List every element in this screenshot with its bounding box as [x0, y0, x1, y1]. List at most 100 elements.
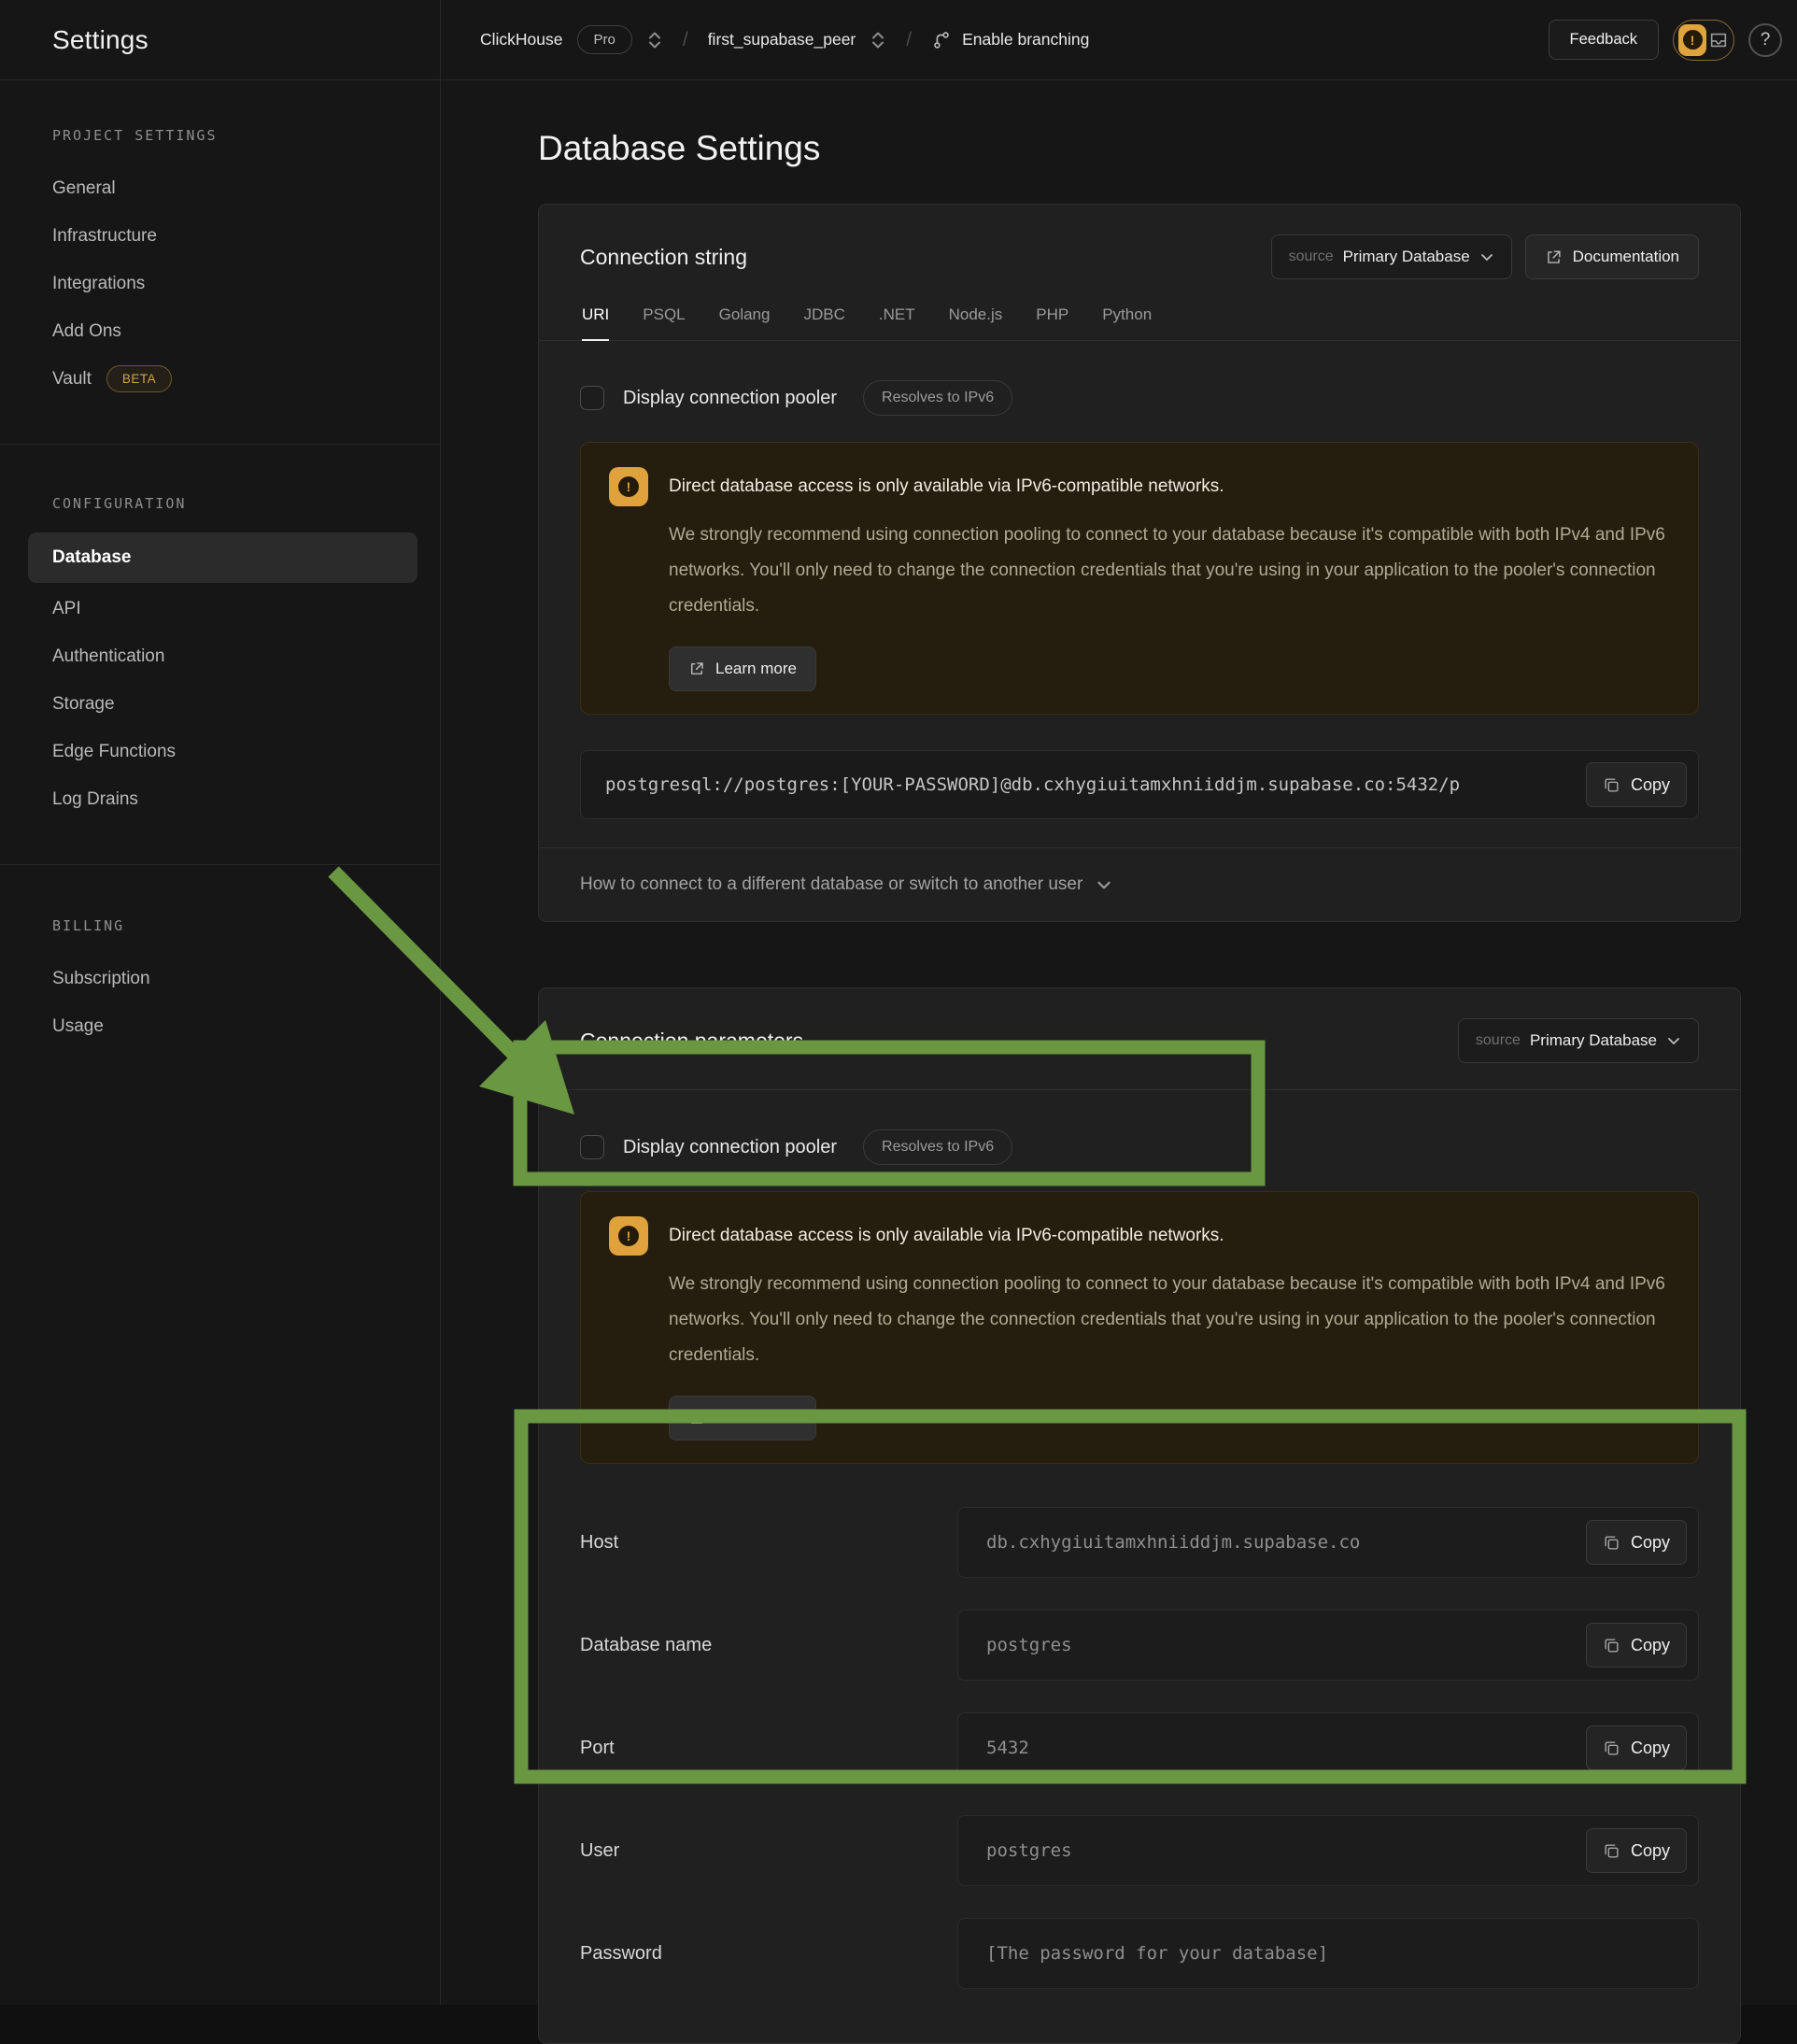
user-input[interactable]: postgres Copy	[957, 1815, 1699, 1886]
ipv6-warning-panel: ! Direct database access is only availab…	[580, 442, 1699, 715]
sidebar-item-subscription[interactable]: Subscription	[0, 955, 440, 1002]
chevron-down-icon	[1666, 1033, 1681, 1048]
breadcrumb-project[interactable]: first_supabase_peer	[708, 30, 856, 50]
breadcrumb-separator: /	[677, 29, 694, 51]
sidebar-item-vault[interactable]: Vault BETA	[0, 355, 440, 403]
user-label: User	[580, 1840, 957, 1862]
enable-branching-label: Enable branching	[962, 30, 1089, 50]
tab-php[interactable]: PHP	[1036, 305, 1068, 340]
tab-jdbc[interactable]: JDBC	[803, 305, 844, 340]
tab-dotnet[interactable]: .NET	[879, 305, 915, 340]
connection-help-label: How to connect to a different database o…	[580, 874, 1082, 895]
sidebar-item-integrations[interactable]: Integrations	[0, 260, 440, 307]
copy-icon	[1603, 776, 1620, 794]
connection-string-card: Connection string source Primary Databas…	[538, 204, 1741, 922]
sidebar-item-authentication[interactable]: Authentication	[0, 632, 440, 680]
page-title: Settings	[52, 25, 149, 55]
tab-golang[interactable]: Golang	[719, 305, 771, 340]
connection-help-expander[interactable]: How to connect to a different database o…	[539, 847, 1740, 921]
copy-label: Copy	[1631, 1841, 1670, 1861]
breadcrumb-org[interactable]: ClickHouse	[480, 30, 563, 50]
copy-database-name-button[interactable]: Copy	[1586, 1623, 1687, 1668]
copy-connection-string-button[interactable]: Copy	[1586, 762, 1687, 807]
sidebar-item-log-drains[interactable]: Log Drains	[0, 775, 440, 823]
documentation-button[interactable]: Documentation	[1525, 234, 1699, 279]
plan-badge[interactable]: Pro	[577, 25, 632, 54]
source-select[interactable]: source Primary Database	[1271, 234, 1512, 279]
connection-parameters-header: Connection parameters source Primary Dat…	[539, 988, 1740, 1090]
sidebar-item-api[interactable]: API	[0, 585, 440, 632]
database-name-label: Database name	[580, 1635, 957, 1656]
enable-branching-button[interactable]: Enable branching	[931, 30, 1089, 50]
sidebar-heading-configuration: CONFIGURATION	[52, 495, 440, 512]
learn-more-button[interactable]: Learn more	[669, 646, 816, 691]
learn-more-button[interactable]: Learn more	[669, 1396, 816, 1441]
warning-title: Direct database access is only available…	[669, 1226, 1224, 1246]
warning-body: We strongly recommend using connection p…	[669, 518, 1670, 624]
sidebar-item-infrastructure[interactable]: Infrastructure	[0, 212, 440, 260]
param-row-password: Password [The password for your database…	[580, 1918, 1699, 1989]
port-input[interactable]: 5432 Copy	[957, 1712, 1699, 1783]
param-row-host: Host db.cxhygiuitamxhniiddjm.supabase.co…	[580, 1507, 1699, 1578]
param-row-port: Port 5432 Copy	[580, 1712, 1699, 1783]
port-label: Port	[580, 1738, 957, 1759]
help-button[interactable]: ?	[1748, 23, 1782, 57]
sidebar-item-add-ons[interactable]: Add Ons	[0, 307, 440, 355]
sidebar-item-general[interactable]: General	[0, 164, 440, 212]
copy-port-button[interactable]: Copy	[1586, 1725, 1687, 1770]
pooler-label: Display connection pooler	[623, 1137, 837, 1158]
display-connection-pooler-checkbox[interactable]	[580, 386, 604, 410]
breadcrumb: ClickHouse Pro / first_supabase_peer / E…	[441, 0, 1549, 79]
tab-psql[interactable]: PSQL	[643, 305, 685, 340]
database-name-input[interactable]: postgres Copy	[957, 1610, 1699, 1681]
warning-title: Direct database access is only available…	[669, 476, 1224, 497]
notifications-button[interactable]: !	[1673, 20, 1734, 61]
top-bar-left: Settings	[0, 0, 441, 79]
display-connection-pooler-checkbox[interactable]	[580, 1135, 604, 1159]
sidebar-item-database[interactable]: Database	[28, 532, 417, 583]
password-input[interactable]: [The password for your database]	[957, 1918, 1699, 1989]
connection-string-value: postgresql://postgres:[YOUR-PASSWORD]@db…	[581, 751, 1698, 818]
section-title: Database Settings	[538, 129, 1741, 168]
resolves-to-ipv6-badge: Resolves to IPv6	[863, 380, 1012, 416]
host-input[interactable]: db.cxhygiuitamxhniiddjm.supabase.co Copy	[957, 1507, 1699, 1578]
inbox-icon	[1708, 30, 1729, 50]
sidebar-item-usage[interactable]: Usage	[0, 1002, 440, 1050]
password-label: Password	[580, 1943, 957, 1965]
warning-body: We strongly recommend using connection p…	[669, 1267, 1670, 1373]
learn-more-label: Learn more	[715, 660, 797, 678]
copy-icon	[1603, 1534, 1620, 1552]
sidebar-item-storage[interactable]: Storage	[0, 680, 440, 728]
sidebar-item-label: Vault	[52, 369, 92, 390]
pooler-label: Display connection pooler	[623, 388, 837, 409]
connection-parameter-list: Host db.cxhygiuitamxhniiddjm.supabase.co…	[580, 1507, 1699, 2043]
feedback-button[interactable]: Feedback	[1549, 20, 1659, 60]
pooler-row: Display connection pooler Resolves to IP…	[580, 1129, 1699, 1165]
connection-string-header: Connection string source Primary Databas…	[539, 205, 1740, 279]
source-value: Primary Database	[1530, 1031, 1657, 1050]
source-select[interactable]: source Primary Database	[1458, 1018, 1699, 1063]
sidebar-heading-billing: BILLING	[52, 917, 440, 934]
copy-label: Copy	[1631, 1739, 1670, 1758]
tab-nodejs[interactable]: Node.js	[949, 305, 1003, 340]
tab-uri[interactable]: URI	[582, 305, 609, 341]
copy-label: Copy	[1631, 1636, 1670, 1655]
sidebar: PROJECT SETTINGS General Infrastructure …	[0, 80, 441, 2005]
copy-icon	[1603, 1637, 1620, 1654]
copy-label: Copy	[1631, 775, 1670, 795]
alert-icon: !	[1678, 24, 1706, 56]
chevrons-up-down-icon[interactable]	[646, 31, 663, 50]
git-branch-icon	[931, 30, 952, 50]
copy-icon	[1603, 1842, 1620, 1860]
tab-python[interactable]: Python	[1102, 305, 1152, 340]
chevrons-up-down-icon[interactable]	[870, 31, 886, 50]
connection-string-input[interactable]: postgresql://postgres:[YOUR-PASSWORD]@db…	[580, 750, 1699, 819]
external-link-icon	[688, 660, 705, 677]
sidebar-item-edge-functions[interactable]: Edge Functions	[0, 728, 440, 775]
pooler-row: Display connection pooler Resolves to IP…	[580, 380, 1699, 416]
settings-page: Settings ClickHouse Pro / first_supabase…	[0, 0, 1797, 2005]
param-row-user: User postgres Copy	[580, 1815, 1699, 1886]
copy-host-button[interactable]: Copy	[1586, 1520, 1687, 1565]
copy-user-button[interactable]: Copy	[1586, 1828, 1687, 1873]
warning-icon: !	[609, 1216, 648, 1256]
